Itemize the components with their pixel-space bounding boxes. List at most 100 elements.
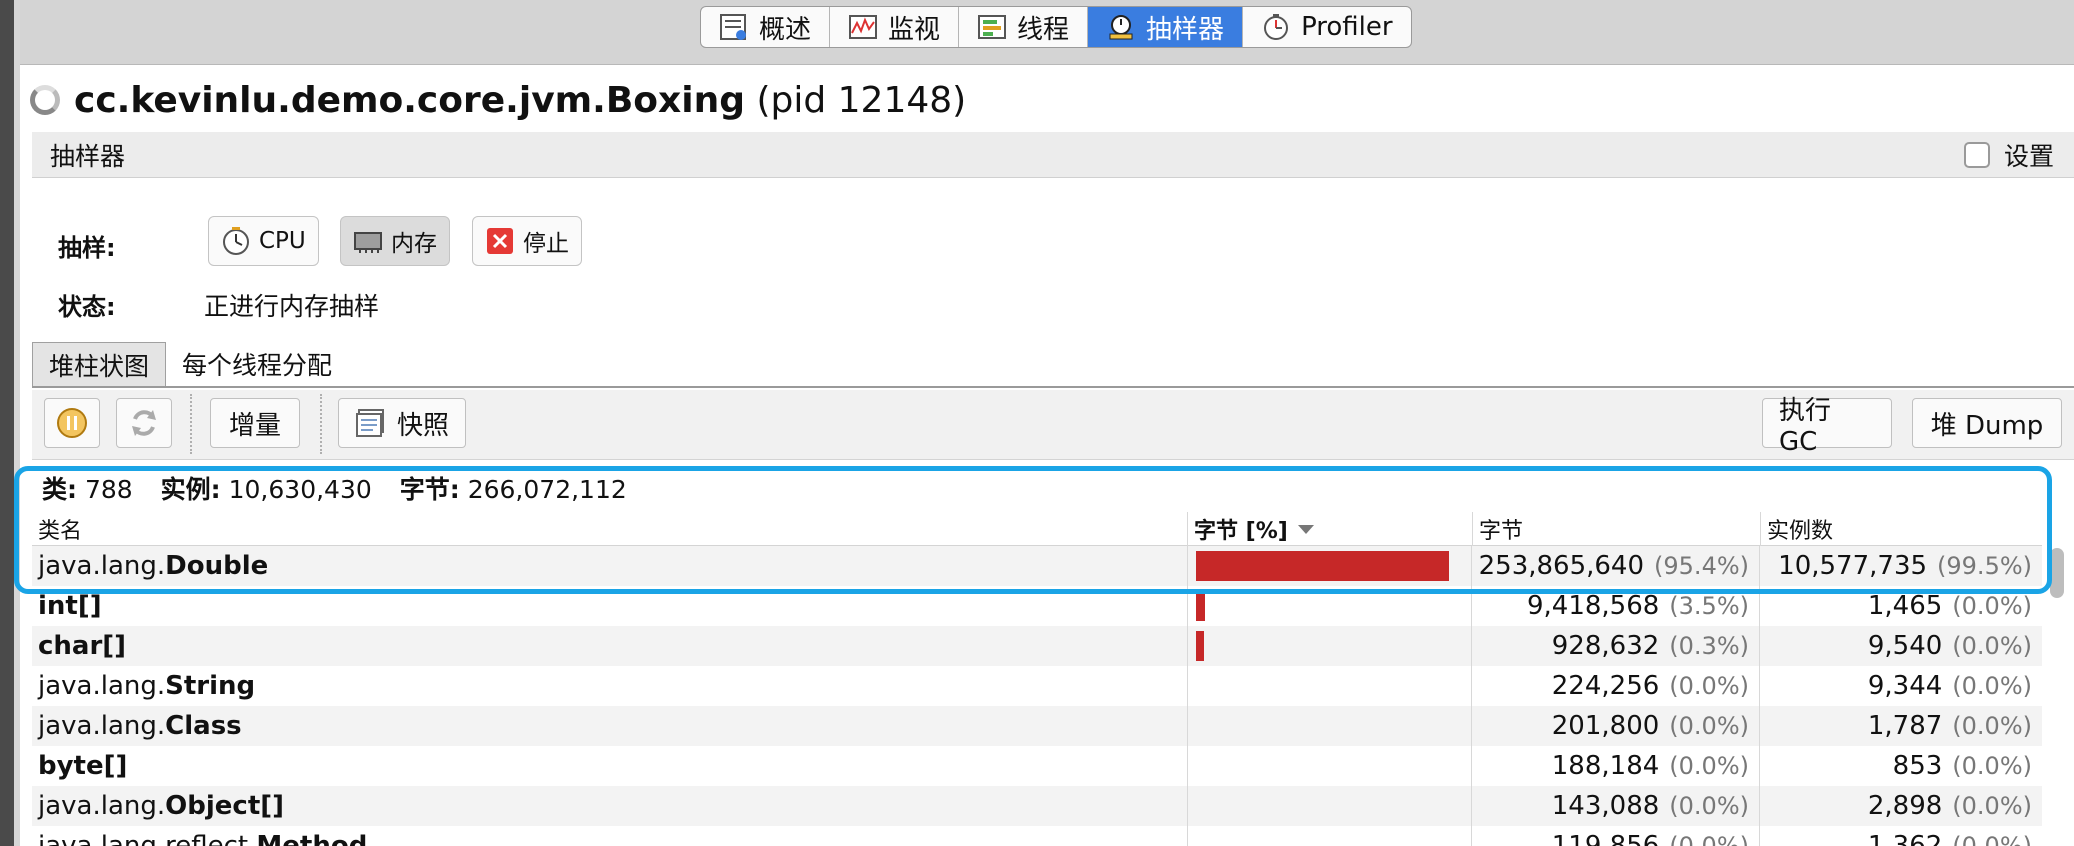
settings-checkbox[interactable]	[1963, 141, 1990, 168]
table-row[interactable]: byte[] 188,184 (0.0%) 853 (0.0%)	[32, 746, 2042, 786]
instances-value: 1,787	[1867, 711, 1943, 741]
bytes-cell: 201,800 (0.0%)	[1472, 706, 1760, 746]
stop-button-label: 停止	[523, 231, 569, 257]
view-subtabs: 堆柱状图 每个线程分配	[32, 342, 2074, 388]
tab-per-thread-allocations[interactable]: 每个线程分配	[166, 342, 348, 386]
instances-cell: 9,344 (0.0%)	[1760, 666, 2042, 706]
bytes-cell: 188,184 (0.0%)	[1472, 746, 1760, 786]
class-simple-name: Class	[165, 711, 242, 741]
bytes-percent-cell	[1187, 706, 1472, 746]
overview-icon	[720, 14, 746, 40]
bytes-percent: (0.0%)	[1669, 792, 1749, 820]
snapshot-label: 快照	[397, 410, 450, 441]
table-row[interactable]: java.lang. String 224,256 (0.0%) 9,344 (0.0%)	[32, 666, 2042, 706]
instances-cell: 1,787 (0.0%)	[1760, 706, 2042, 746]
bytes-value: 224,256	[1551, 671, 1660, 701]
tab-profiler[interactable]: Profiler	[1243, 7, 1411, 47]
bytes-value: 928,632	[1551, 631, 1660, 661]
instances-percent: (0.0%)	[1952, 592, 2032, 620]
loading-spinner-icon	[30, 85, 60, 115]
bytes-percent: (0.0%)	[1669, 672, 1749, 700]
toolbar-separator	[320, 394, 322, 454]
tab-profiler-label: Profiler	[1301, 12, 1393, 42]
bytes-value: 188,184	[1551, 751, 1660, 781]
toolbar-separator	[190, 394, 192, 454]
status-value: 正进行内存抽样	[204, 292, 380, 321]
app-window: 概述 监视 线程 抽样器 Profiler cc.kevinlu.demo.co…	[0, 0, 2074, 846]
memory-sample-button[interactable]: 内存	[340, 216, 450, 266]
bytes-value: 119,856	[1551, 831, 1660, 846]
bytes-value: 143,088	[1551, 791, 1660, 821]
histogram-toolbar: 增量 快照 执行 GC 堆 Dump	[32, 390, 2074, 460]
refresh-button[interactable]	[116, 398, 172, 448]
table-row[interactable]: java.lang. Class 201,800 (0.0%) 1,787 (0.0%)	[32, 706, 2042, 746]
delta-button[interactable]: 增量	[210, 398, 300, 448]
monitor-icon	[849, 15, 878, 39]
class-name-cell: java.lang. Object[]	[38, 786, 1188, 826]
settings-label: 设置	[2003, 141, 2054, 171]
cpu-button-label: CPU	[259, 228, 306, 254]
heap-dump-button[interactable]: 堆 Dump	[1912, 398, 2062, 448]
instances-value: 1,465	[1867, 591, 1943, 621]
instances-cell: 1,362 (0.0%)	[1760, 826, 2042, 846]
instances-percent: (0.0%)	[1952, 752, 2032, 780]
class-name-cell: java.lang. String	[38, 666, 1188, 706]
instances-cell: 2,898 (0.0%)	[1760, 786, 2042, 826]
table-row[interactable]: java.lang.reflect. Method 119,856 (0.0%) 1,3…	[32, 826, 2042, 846]
bytes-percent-cell	[1187, 826, 1472, 846]
class-simple-name: Method	[256, 831, 368, 846]
clock-icon	[223, 227, 249, 255]
instances-value: 2,898	[1867, 791, 1943, 821]
pause-button[interactable]	[44, 398, 100, 448]
refresh-icon	[132, 410, 156, 436]
tab-overview[interactable]: 概述	[701, 7, 831, 47]
snapshot-icon	[356, 409, 384, 437]
package-name: java.lang.	[38, 711, 166, 741]
top-bar: 概述 监视 线程 抽样器 Profiler	[20, 0, 2074, 65]
bytes-cell: 143,088 (0.0%)	[1472, 786, 1760, 826]
bytes-value: 9,418,568	[1526, 591, 1660, 621]
memory-button-label: 内存	[391, 231, 437, 257]
tab-threads[interactable]: 线程	[959, 7, 1089, 47]
cpu-sample-button[interactable]: CPU	[208, 216, 319, 266]
profiler-icon	[1264, 14, 1289, 40]
tab-sampler[interactable]: 抽样器	[1088, 7, 1244, 47]
sampling-label: 抽样:	[58, 234, 116, 262]
table-row[interactable]: char[] 928,632 (0.3%) 9,540 (0.0%)	[32, 626, 2042, 666]
class-name-cell: byte[]	[38, 746, 1188, 786]
sampler-heading: 抽样器	[50, 141, 126, 171]
tab-monitor[interactable]: 监视	[830, 7, 960, 47]
instances-percent: (0.0%)	[1952, 632, 2032, 660]
settings-toggle[interactable]: 设置	[1963, 137, 2054, 173]
table-scrollbar[interactable]	[2050, 548, 2064, 598]
class-simple-name: byte[]	[38, 751, 128, 781]
highlight-box	[14, 466, 2052, 594]
bytes-percent: (0.0%)	[1669, 832, 1749, 846]
tab-threads-label: 线程	[1017, 14, 1070, 45]
memory-icon	[354, 232, 382, 253]
instances-percent: (0.0%)	[1952, 712, 2032, 740]
bytes-cell: 928,632 (0.3%)	[1472, 626, 1760, 666]
sampler-section-header: 抽样器 设置	[32, 132, 2074, 178]
instances-value: 9,344	[1867, 671, 1943, 701]
stop-sample-button[interactable]: 停止	[472, 216, 582, 266]
bytes-cell: 119,856 (0.0%)	[1472, 826, 1760, 846]
snapshot-button[interactable]: 快照	[338, 398, 467, 448]
class-name-cell: char[]	[38, 626, 1188, 666]
bytes-percent: (3.5%)	[1669, 592, 1749, 620]
process-id: (pid 12148)	[756, 79, 967, 121]
package-name: java.lang.reflect.	[38, 831, 257, 846]
bytes-percent-cell	[1187, 746, 1472, 786]
class-name-cell: java.lang.reflect. Method	[38, 826, 1188, 846]
application-name: cc.kevinlu.demo.core.jvm.Boxing	[74, 79, 745, 121]
instances-value: 9,540	[1867, 631, 1943, 661]
tab-heap-histogram[interactable]: 堆柱状图	[32, 342, 167, 386]
instances-cell: 9,540 (0.0%)	[1760, 626, 2042, 666]
bytes-cell: 224,256 (0.0%)	[1472, 666, 1760, 706]
threads-icon	[978, 15, 1007, 39]
page-title: cc.kevinlu.demo.core.jvm.Boxing (pid 121…	[30, 76, 966, 124]
package-name: java.lang.	[38, 671, 166, 701]
table-row[interactable]: java.lang. Object[] 143,088 (0.0%) 2,898 (0.0…	[32, 786, 2042, 826]
tab-sampler-label: 抽样器	[1146, 14, 1225, 45]
perform-gc-button[interactable]: 执行 GC	[1762, 396, 1892, 457]
